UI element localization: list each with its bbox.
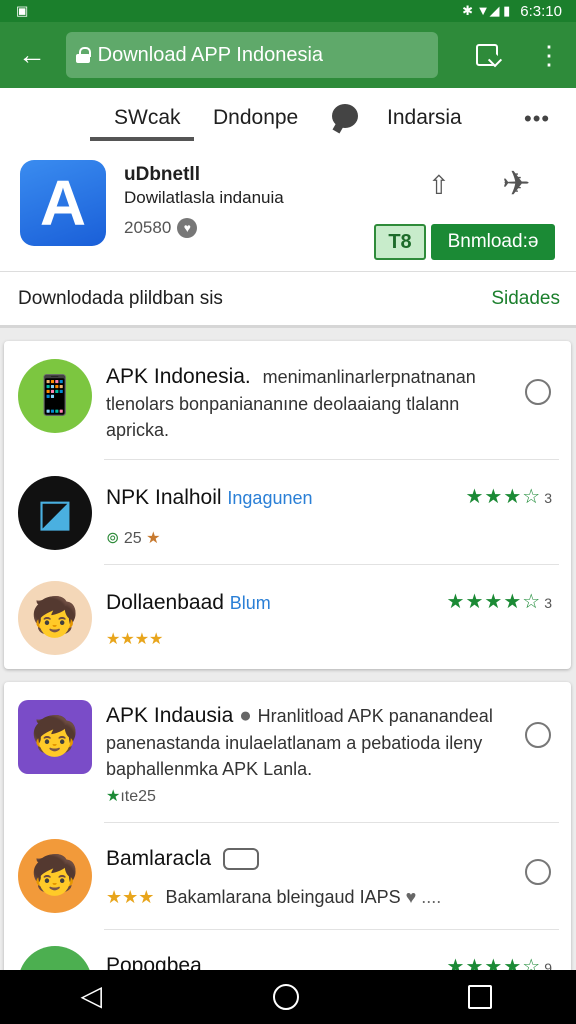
verified-icon: ♥ <box>177 218 198 238</box>
item-title: NPK Inalhoil <box>106 486 222 509</box>
list-item[interactable]: 🧒 Dollaenbaad Blum ★★★★☆ 3 ★★★★ <box>4 565 571 669</box>
avatar-app-icon: 🧒 <box>18 581 92 655</box>
select-radio[interactable] <box>525 859 551 885</box>
item-description: Bakamlarana bleingaud IAPS <box>165 887 401 907</box>
select-radio[interactable] <box>525 379 551 405</box>
item-rating: ★★★☆ 3 <box>465 486 553 508</box>
status-bar: ▣ ✱ ▼◢ ▮ 6:3:10 <box>0 0 576 22</box>
star-icon: ★ <box>146 530 161 547</box>
rating-badge: T8 <box>374 224 426 260</box>
app-store-icon: A <box>20 160 106 246</box>
tabs-switcher-icon[interactable] <box>476 44 499 66</box>
url-bar[interactable]: Download APP Indonesia <box>65 32 439 78</box>
app-size: 20580 ♥ <box>124 218 198 238</box>
select-radio[interactable] <box>525 722 551 748</box>
system-nav-bar <box>0 970 576 1024</box>
list-item[interactable]: 📱 APK Indonesia. menimanlinarlerpnatnana… <box>4 341 571 460</box>
section-title: Downlodada plildban sis <box>18 287 223 309</box>
item-title: APK Indausia <box>106 704 234 727</box>
url-text: Download APP Indonesia <box>97 43 324 66</box>
nav-back-icon[interactable] <box>81 979 104 1012</box>
gallery-icon: ▣ <box>16 3 29 18</box>
app-header: A uDbnetll Dowilatlasla indanuia 20580 ♥… <box>0 144 576 272</box>
item-stars: ★★★ <box>106 887 155 907</box>
item-meta: ⊚ 25 ★ <box>106 530 161 547</box>
share-icon[interactable]: ⇧ <box>428 170 450 201</box>
tab-swcak[interactable]: SWcak <box>114 106 181 130</box>
tab-indarsia[interactable]: Indarsia <box>387 106 462 130</box>
list-item[interactable]: 🧒 APK Indausia ● Hranlitload APK pananan… <box>4 682 571 823</box>
app-list-card-2: 🧒 APK Indausia ● Hranlitload APK pananan… <box>4 682 571 982</box>
item-meta: ★ıte25 <box>106 788 156 805</box>
back-arrow-icon[interactable]: ← <box>14 39 50 71</box>
tab-strip: SWcak Dndonpe Indarsia <box>0 88 576 144</box>
item-title: APK Indonesia. <box>106 365 251 388</box>
item-desc-inline: Hranlitload APK pananandeal <box>257 706 493 726</box>
star-icon: ★ <box>106 788 121 805</box>
nav-home-icon[interactable] <box>272 984 299 1010</box>
item-subtitle: Blum <box>229 593 271 613</box>
phone-app-icon: 📱 <box>18 359 92 433</box>
rocket-icon[interactable]: ✈ <box>502 164 531 204</box>
app-developer: Dowilatlasla indanuia <box>124 188 284 207</box>
list-item[interactable]: 🧒 Bamlaracla ★★★ Bakamlarana bleingaud I… <box>4 823 571 930</box>
character-app-icon: 🧒 <box>18 700 92 774</box>
clock: 6:3:10 <box>520 2 562 20</box>
location-icon: ● <box>239 704 252 727</box>
badge-icon <box>222 848 259 871</box>
lock-icon <box>75 47 91 63</box>
download-button[interactable]: Bnmload:ə <box>431 224 555 260</box>
item-desc-inline: menimanlinarlerpnatnanan <box>262 367 476 387</box>
boy-app-icon: 🧒 <box>18 839 92 913</box>
section-link[interactable]: Sidades <box>491 288 560 310</box>
item-title: Bamlaracla <box>106 847 212 870</box>
overflow-menu-icon[interactable]: ⋮ <box>536 42 562 68</box>
download-count-icon: ⊚ <box>106 530 120 547</box>
tablet-app-icon: ◪ <box>18 476 92 550</box>
browser-toolbar: ← Download APP Indonesia ⋮ <box>0 22 576 88</box>
item-meta-stars: ★★★★ <box>106 631 164 648</box>
list-item[interactable]: ◪ NPK Inalhoil Ingagunen ★★★☆ 3 ⊚ 25 ★ <box>4 460 571 565</box>
active-tab-indicator <box>90 137 194 141</box>
app-list-card-1: 📱 APK Indonesia. menimanlinarlerpnatnana… <box>4 341 571 669</box>
chat-icon[interactable] <box>332 104 358 128</box>
heart-icon: ♥ .... <box>405 887 442 907</box>
more-icon[interactable]: ••• <box>524 106 550 132</box>
item-subtitle: Ingagunen <box>227 488 313 508</box>
item-title: Dollaenbaad <box>106 591 224 614</box>
section-header: Downlodada plildban sis Sidades <box>0 272 576 328</box>
nav-recents-icon[interactable] <box>467 985 492 1009</box>
signal-icon: ✱ ▼◢ ▮ <box>462 3 511 18</box>
item-description: tlenolars bonpaniananıne deolaaiang tlal… <box>106 394 460 440</box>
tab-dndonpe[interactable]: Dndonpe <box>213 106 298 130</box>
item-rating: ★★★★☆ 3 <box>446 591 553 613</box>
app-name: uDbnetll <box>124 164 200 185</box>
item-description: panenastanda inulaelatlanam a pebatioda … <box>106 733 483 779</box>
